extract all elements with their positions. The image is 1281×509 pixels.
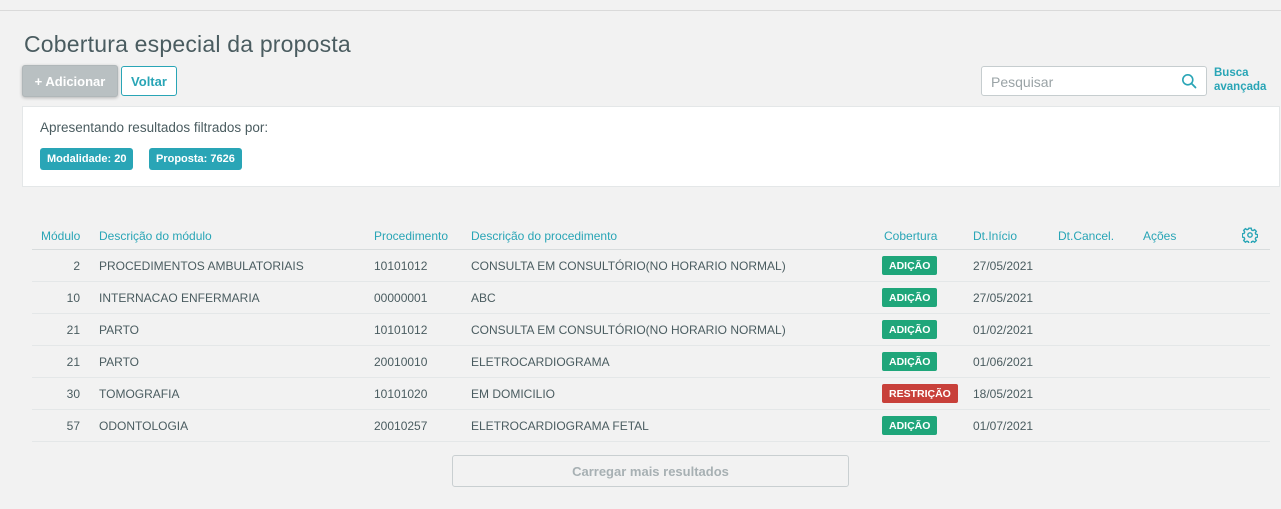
advanced-search-label-line2: avançada [1214, 81, 1267, 93]
cell-descricao-modulo: PROCEDIMENTOS AMBULATORIAIS [99, 259, 304, 273]
column-header-acoes: Ações [1143, 229, 1177, 243]
cell-descricao-procedimento: ELETROCARDIOGRAMA [471, 355, 610, 369]
cell-descricao-modulo: PARTO [99, 355, 140, 369]
search-input[interactable] [991, 72, 1171, 92]
table-header: Módulo Descrição do módulo Procedimento … [32, 222, 1270, 250]
cell-descricao-procedimento: ABC [471, 291, 496, 305]
page-title: Cobertura especial da proposta [24, 31, 351, 57]
table-row[interactable]: 21 PARTO 10101012 CONSULTA EM CONSULTÓRI… [32, 314, 1270, 346]
cell-dt-inicio: 18/05/2021 [973, 387, 1034, 401]
column-header-descricao-modulo[interactable]: Descrição do módulo [99, 229, 212, 243]
cell-dt-inicio: 01/06/2021 [973, 355, 1034, 369]
table-row[interactable]: 57 ODONTOLOGIA 20010257 ELETROCARDIOGRAM… [32, 410, 1270, 442]
cell-dt-inicio: 27/05/2021 [973, 291, 1034, 305]
column-header-modulo[interactable]: Módulo [41, 229, 80, 243]
load-more-button[interactable]: Carregar mais resultados [452, 455, 849, 487]
cell-descricao-procedimento: ELETROCARDIOGRAMA FETAL [471, 419, 649, 433]
table-row[interactable]: 30 TOMOGRAFIA 10101020 EM DOMICILIO REST… [32, 378, 1270, 410]
gear-icon[interactable] [1242, 227, 1258, 243]
advanced-search-label-line1: Busca [1214, 67, 1249, 79]
cell-descricao-modulo: ODONTOLOGIA [99, 419, 189, 433]
filter-chip-modalidade[interactable]: Modalidade: 20 [40, 148, 134, 170]
cell-procedimento: 10101020 [374, 387, 428, 401]
add-button[interactable]: + Adicionar [22, 65, 118, 97]
cell-procedimento: 20010257 [374, 419, 428, 433]
cell-descricao-modulo: TOMOGRAFIA [99, 387, 180, 401]
cell-dt-inicio: 01/02/2021 [973, 323, 1034, 337]
advanced-search-link[interactable]: Busca avançada [1214, 66, 1274, 94]
status-badge: ADIÇÃO [882, 352, 938, 371]
cell-dt-inicio: 27/05/2021 [973, 259, 1034, 273]
top-divider [0, 10, 1281, 11]
cell-procedimento: 10101012 [374, 259, 428, 273]
column-header-dt-cancel[interactable]: Dt.Cancel. [1058, 229, 1114, 243]
cell-dt-inicio: 01/07/2021 [973, 419, 1034, 433]
filter-chip-proposta[interactable]: Proposta: 7626 [149, 148, 242, 170]
search-icon[interactable] [1181, 73, 1197, 89]
cell-descricao-procedimento: CONSULTA EM CONSULTÓRIO(NO HORARIO NORMA… [471, 323, 786, 337]
filter-panel: Apresentando resultados filtrados por: M… [22, 106, 1280, 187]
back-button[interactable]: Voltar [121, 66, 177, 96]
cell-modulo: 10 [66, 291, 80, 305]
cell-modulo: 57 [66, 419, 80, 433]
cell-descricao-modulo: INTERNACAO ENFERMARIA [99, 291, 260, 305]
cell-modulo: 2 [73, 259, 80, 273]
search-box [981, 66, 1207, 96]
cell-modulo: 21 [66, 355, 80, 369]
column-header-descricao-procedimento[interactable]: Descrição do procedimento [471, 229, 617, 243]
status-badge: ADIÇÃO [882, 288, 938, 307]
cell-procedimento: 20010010 [374, 355, 428, 369]
cell-modulo: 21 [66, 323, 80, 337]
column-header-cobertura[interactable]: Cobertura [884, 229, 937, 243]
table-row[interactable]: 2 PROCEDIMENTOS AMBULATORIAIS 10101012 C… [32, 250, 1270, 282]
results-table: Módulo Descrição do módulo Procedimento … [32, 222, 1270, 442]
cell-modulo: 30 [66, 387, 80, 401]
status-badge: RESTRIÇÃO [882, 384, 958, 403]
cell-descricao-procedimento: CONSULTA EM CONSULTÓRIO(NO HORARIO NORMA… [471, 259, 786, 273]
status-badge: ADIÇÃO [882, 416, 938, 435]
cell-procedimento: 10101012 [374, 323, 428, 337]
cell-descricao-procedimento: EM DOMICILIO [471, 387, 556, 401]
status-badge: ADIÇÃO [882, 320, 938, 339]
status-badge: ADIÇÃO [882, 256, 938, 275]
column-header-procedimento[interactable]: Procedimento [374, 229, 448, 243]
cell-descricao-modulo: PARTO [99, 323, 140, 337]
table-row[interactable]: 10 INTERNACAO ENFERMARIA 00000001 ABC AD… [32, 282, 1270, 314]
cell-procedimento: 00000001 [374, 291, 428, 305]
filter-title: Apresentando resultados filtrados por: [40, 120, 269, 135]
column-header-dt-inicio[interactable]: Dt.Início [973, 229, 1017, 243]
table-row[interactable]: 21 PARTO 20010010 ELETROCARDIOGRAMA ADIÇ… [32, 346, 1270, 378]
